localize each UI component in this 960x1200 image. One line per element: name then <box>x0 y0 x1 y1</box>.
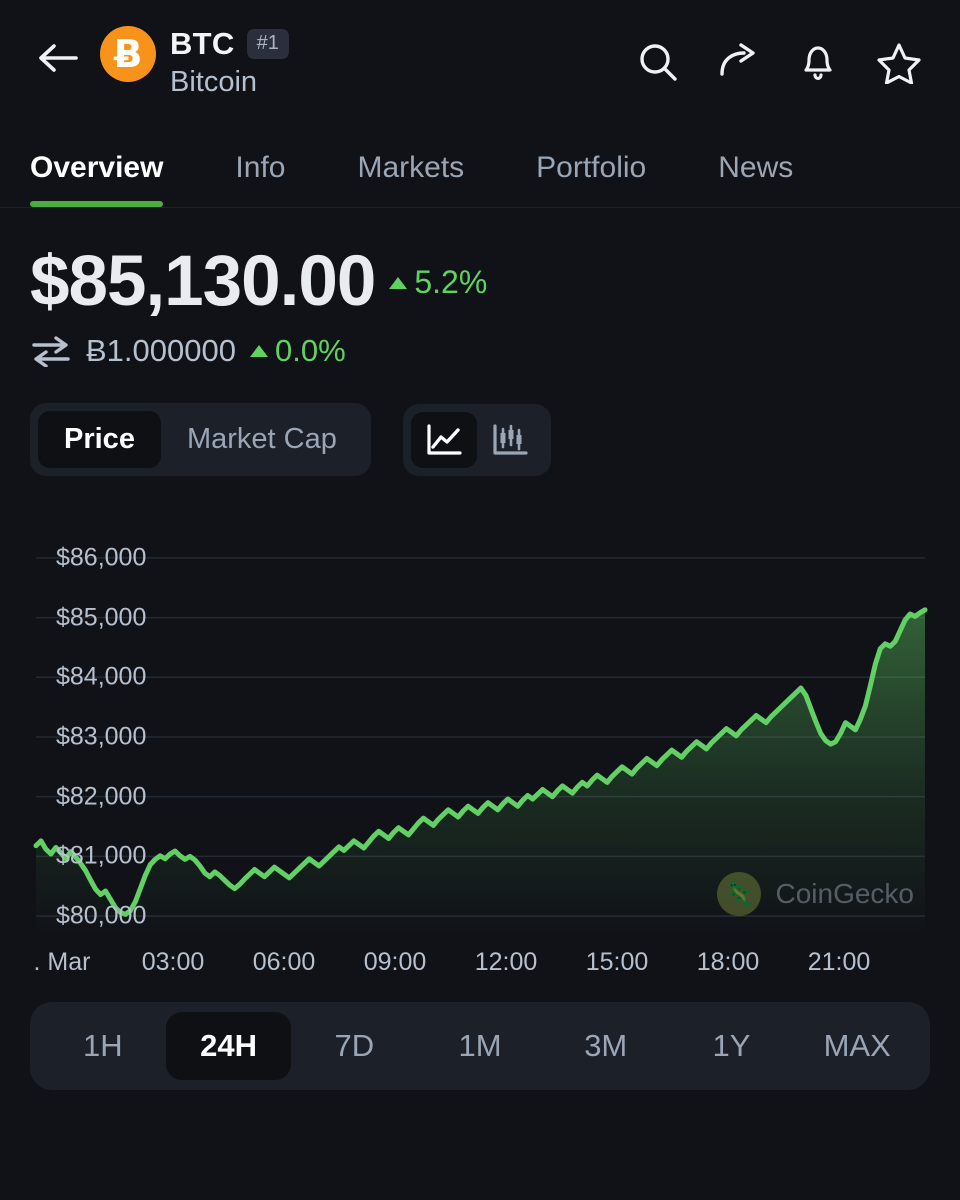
metric-option-price[interactable]: Price <box>38 411 161 468</box>
x-axis-label: . Mar <box>33 948 91 976</box>
btc-change-pct: 0.0% <box>274 333 346 368</box>
price-chart[interactable]: $86,000 $85,000 $84,000 $83,000 $82,000 $81,0… <box>0 534 960 934</box>
back-arrow-icon <box>39 44 78 72</box>
back-button[interactable] <box>30 30 86 86</box>
bell-icon[interactable] <box>796 40 840 84</box>
tab-bar: Overview Info Markets Portfolio News <box>0 120 960 208</box>
x-axis-label: 06:00 <box>252 948 316 976</box>
range-7d[interactable]: 7D <box>291 1012 417 1080</box>
header-actions <box>636 40 930 84</box>
btc-change: 0.0% <box>249 333 346 369</box>
change-up-arrow-icon <box>389 276 408 289</box>
tab-overview[interactable]: Overview <box>30 151 164 207</box>
rank-badge: #1 <box>246 29 289 59</box>
range-1y[interactable]: 1Y <box>669 1012 795 1080</box>
range-1m[interactable]: 1M <box>417 1012 543 1080</box>
metric-toggle: Price Market Cap <box>30 403 371 476</box>
tab-news[interactable]: News <box>718 151 793 207</box>
btc-change-up-arrow-icon <box>249 345 268 357</box>
candlestick-chart-icon[interactable] <box>477 412 543 468</box>
coin-name: Bitcoin <box>170 66 258 98</box>
x-axis-label: 12:00 <box>474 948 538 976</box>
btc-denominated-row: Ƀ1.000000 0.0% <box>30 333 930 369</box>
tab-markets[interactable]: Markets <box>357 151 464 207</box>
tab-info[interactable]: Info <box>235 151 285 207</box>
star-icon[interactable] <box>876 40 922 84</box>
tab-portfolio[interactable]: Portfolio <box>536 151 646 207</box>
search-icon[interactable] <box>636 40 680 84</box>
line-chart-icon[interactable] <box>410 411 477 468</box>
range-24h[interactable]: 24H <box>165 1012 292 1080</box>
x-axis-label: 18:00 <box>696 948 760 976</box>
bitcoin-logo-icon: Ƀ <box>100 26 156 82</box>
range-max[interactable]: MAX <box>794 1012 920 1080</box>
watermark-text: CoinGecko <box>775 878 914 909</box>
share-icon[interactable] <box>716 40 760 84</box>
price-change-pct: 5.2% <box>414 264 488 300</box>
coin-identity: Ƀ BTC #1 Bitcoin <box>100 26 289 99</box>
swap-arrows-icon[interactable] <box>30 335 72 367</box>
btc-amount: Ƀ1.000000 <box>86 333 236 368</box>
x-axis-label: 21:00 <box>807 948 871 976</box>
chart-controls: Price Market Cap <box>0 369 960 476</box>
coin-symbol: BTC <box>170 26 235 61</box>
gecko-logo-icon: 🦎 <box>717 872 762 916</box>
time-range-selector: 1H 24H 7D 1M 3M 1Y MAX <box>30 1002 930 1090</box>
metric-option-market-cap[interactable]: Market Cap <box>161 411 363 468</box>
app-header: Ƀ BTC #1 Bitcoin <box>0 0 960 120</box>
chart-x-axis: . Mar 03:00 06:00 09:00 12:00 15:00 18:00 21:00 <box>0 934 960 988</box>
crypto-detail-screen: Ƀ BTC #1 Bitcoin Overview Info Markets P… <box>0 0 960 1200</box>
x-axis-label: 09:00 <box>363 948 427 976</box>
range-1h[interactable]: 1H <box>40 1012 166 1080</box>
price-change: 5.2% <box>389 264 487 301</box>
coingecko-watermark: 🦎 CoinGecko <box>717 872 914 916</box>
x-axis-label: 03:00 <box>141 948 205 976</box>
x-axis-label: 15:00 <box>585 948 649 976</box>
price-section: $85,130.00 5.2% Ƀ1.000000 0.0% <box>0 208 960 369</box>
range-3m[interactable]: 3M <box>543 1012 669 1080</box>
current-price: $85,130.00 <box>30 242 376 321</box>
chart-type-toggle <box>402 403 551 476</box>
